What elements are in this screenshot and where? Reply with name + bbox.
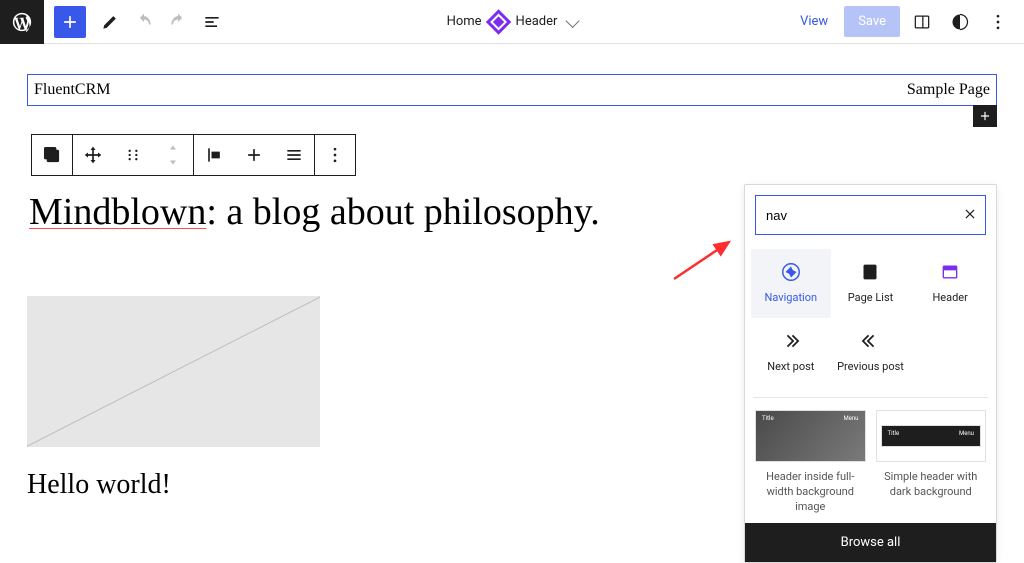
block-more-options-icon[interactable] (315, 135, 355, 175)
header-icon (939, 261, 961, 283)
block-movers[interactable] (153, 135, 193, 175)
block-label: Previous post (837, 360, 904, 373)
block-label: Next post (767, 360, 814, 373)
styles-icon[interactable] (944, 6, 976, 38)
nav-link-right[interactable]: Sample Page (907, 81, 990, 99)
pattern-preview: TitleMenu (876, 410, 987, 462)
move-up-icon[interactable] (164, 141, 182, 155)
pattern-dark-header[interactable]: TitleMenu Simple header with dark backgr… (876, 410, 987, 515)
block-label: Header (932, 291, 967, 304)
toolbar-right-group: View Save (790, 6, 1024, 38)
pattern-label: Simple header with dark background (876, 470, 987, 500)
block-item-previous-post[interactable]: Previous post (831, 318, 911, 387)
browse-all-button[interactable]: Browse all (745, 523, 996, 562)
annotation-arrow (669, 234, 739, 284)
block-item-next-post[interactable]: Next post (751, 318, 831, 387)
block-item-navigation[interactable]: Navigation (751, 249, 831, 318)
navigation-icon (780, 261, 802, 283)
previous-post-icon (859, 330, 881, 352)
inserter-patterns: TitleMenu Header inside full-width backg… (745, 398, 996, 517)
inserter-search-field[interactable] (755, 195, 986, 235)
breadcrumb-template-part: Header (516, 14, 558, 29)
chevron-down-icon (565, 13, 579, 27)
add-item-icon[interactable] (234, 135, 274, 175)
drag-grip-icon[interactable] (113, 135, 153, 175)
breadcrumb-page: Home (447, 14, 482, 29)
document-overview-icon[interactable] (198, 8, 226, 36)
block-label: Page List (848, 291, 893, 304)
edit-tool-icon[interactable] (96, 8, 124, 36)
block-item-page-list[interactable]: Page List (831, 249, 911, 318)
sidebar-toggle-icon[interactable] (906, 6, 938, 38)
heading-rest: : a blog about philosophy. (206, 191, 599, 233)
block-item-header[interactable]: Header (910, 249, 990, 318)
editor-top-toolbar: Home Header View Save (0, 0, 1024, 44)
heading-underlined: Mindblown (29, 191, 206, 233)
save-button[interactable]: Save (844, 6, 900, 37)
template-part-icon (486, 9, 511, 34)
add-block-button[interactable] (54, 6, 86, 38)
view-link[interactable]: View (790, 8, 838, 35)
block-toolbar (31, 134, 997, 176)
block-label: Navigation (765, 291, 818, 304)
align-icon[interactable] (194, 135, 234, 175)
editor-canvas: FluentCRM Sample Page Mindblown: a blog … (0, 44, 1024, 501)
page-list-icon (859, 261, 881, 283)
navigation-block-selected[interactable]: FluentCRM Sample Page (27, 74, 997, 106)
pattern-fullwidth-header[interactable]: TitleMenu Header inside full-width backg… (755, 410, 866, 515)
append-block-button[interactable] (973, 105, 997, 127)
image-placeholder[interactable] (27, 296, 320, 447)
nav-link-left[interactable]: FluentCRM (34, 81, 110, 99)
overlay-menu-icon[interactable] (274, 135, 314, 175)
toolbar-left-group (96, 8, 226, 36)
inserter-block-grid: Navigation Page List Header Next post Pr… (745, 245, 996, 397)
search-input[interactable] (764, 207, 963, 224)
pattern-preview: TitleMenu (755, 410, 866, 462)
undo-icon[interactable] (130, 8, 158, 36)
wordpress-logo-icon[interactable] (0, 0, 44, 44)
block-type-icon[interactable] (32, 135, 72, 175)
document-breadcrumb[interactable]: Home Header (447, 13, 578, 31)
more-options-icon[interactable] (982, 6, 1014, 38)
drag-handle-icon[interactable] (73, 135, 113, 175)
clear-search-icon[interactable] (963, 206, 977, 225)
block-inserter-popover: Navigation Page List Header Next post Pr… (744, 184, 997, 563)
move-down-icon[interactable] (164, 155, 182, 169)
redo-icon[interactable] (164, 8, 192, 36)
next-post-icon (780, 330, 802, 352)
